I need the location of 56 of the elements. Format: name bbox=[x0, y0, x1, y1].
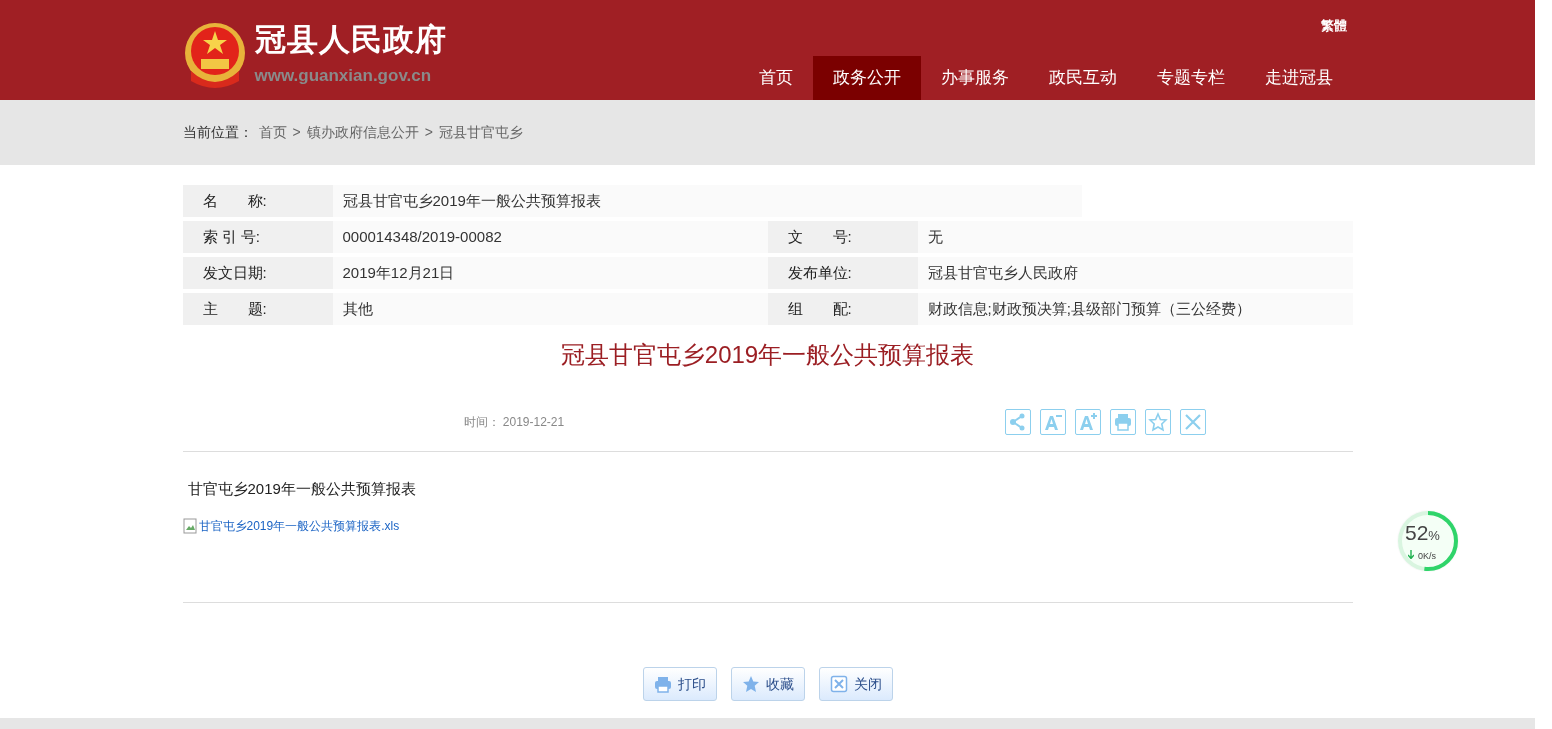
nav-tab[interactable]: 首页 bbox=[738, 56, 813, 100]
breadcrumb-label: 当前位置： bbox=[182, 123, 253, 142]
field-label: 组 配: bbox=[767, 293, 918, 325]
speed-meter-ring bbox=[1395, 508, 1461, 574]
font-increase-icon bbox=[1077, 412, 1098, 432]
star-icon bbox=[741, 675, 760, 693]
field-value: 财政信息;财政预决算;县级部门预算（三公经费） bbox=[917, 293, 1353, 325]
star-button[interactable] bbox=[1144, 409, 1171, 435]
field-label: 主 题: bbox=[182, 293, 333, 325]
breadcrumb-separator: > bbox=[424, 123, 433, 142]
article-title: 冠县甘官屯乡2019年一般公共预算报表 bbox=[559, 340, 976, 370]
share-button[interactable] bbox=[1004, 409, 1031, 435]
printer-icon bbox=[1112, 412, 1133, 432]
field-value: 冠县甘官屯乡2019年一般公共预算报表 bbox=[332, 185, 1082, 217]
attachment-link[interactable]: 甘官屯乡2019年一般公共预算报表.xls bbox=[182, 516, 400, 535]
breadcrumb-link[interactable]: 冠县甘官屯乡 bbox=[438, 122, 523, 143]
font-decrease-icon bbox=[1042, 412, 1063, 432]
print-button[interactable]: 打印 bbox=[642, 667, 717, 701]
field-label: 索 引 号: bbox=[182, 221, 333, 253]
star-icon bbox=[1147, 412, 1168, 432]
nav-tab[interactable]: 办事服务 bbox=[920, 56, 1029, 100]
field-value: 无 bbox=[917, 221, 1353, 253]
breadcrumb-separator: > bbox=[292, 123, 301, 142]
printer-icon bbox=[653, 675, 672, 693]
field-value: 其他 bbox=[332, 293, 768, 325]
close-icon bbox=[829, 675, 848, 693]
field-value: 000014348/2019-00082 bbox=[332, 221, 768, 253]
breadcrumb-link[interactable]: 首页 bbox=[258, 122, 287, 143]
close-button[interactable]: 关闭 bbox=[818, 667, 893, 701]
nav-tab[interactable]: 走进冠县 bbox=[1244, 56, 1353, 100]
field-label: 文 号: bbox=[767, 221, 918, 253]
font-increase-button[interactable] bbox=[1074, 409, 1101, 435]
broken-image-icon bbox=[182, 517, 199, 534]
close-button[interactable] bbox=[1179, 409, 1206, 435]
speed-percent: 52% bbox=[1405, 522, 1440, 543]
download-speed: 0K/s bbox=[1418, 550, 1436, 563]
favorite-button[interactable]: 收藏 bbox=[730, 667, 805, 701]
article-text: 甘官屯乡2019年一般公共预算报表 bbox=[187, 479, 417, 499]
field-label: 发布单位: bbox=[767, 257, 918, 289]
nav-tab[interactable]: 专题专栏 bbox=[1136, 56, 1245, 100]
close-icon bbox=[1182, 412, 1203, 432]
site-title: 冠县人民政府 bbox=[254, 23, 447, 55]
nav-tab[interactable]: 政务公开 bbox=[812, 56, 921, 100]
site-url: www.guanxian.gov.cn bbox=[254, 64, 433, 87]
download-arrow-icon bbox=[1408, 550, 1414, 559]
field-label: 名 称: bbox=[182, 185, 333, 217]
publish-time: 时间： 2019-12-21 bbox=[463, 414, 565, 431]
breadcrumb-link[interactable]: 镇办政府信息公开 bbox=[306, 122, 419, 143]
emblem-logo bbox=[182, 21, 247, 91]
field-value: 冠县甘官屯乡人民政府 bbox=[917, 257, 1353, 289]
font-decrease-button[interactable] bbox=[1039, 409, 1066, 435]
nav-tab[interactable]: 政民互动 bbox=[1028, 56, 1137, 100]
language-link[interactable]: 繁體 bbox=[1320, 16, 1347, 36]
field-label: 发文日期: bbox=[182, 257, 333, 289]
printer-button[interactable] bbox=[1109, 409, 1136, 435]
field-value: 2019年12月21日 bbox=[332, 257, 768, 289]
